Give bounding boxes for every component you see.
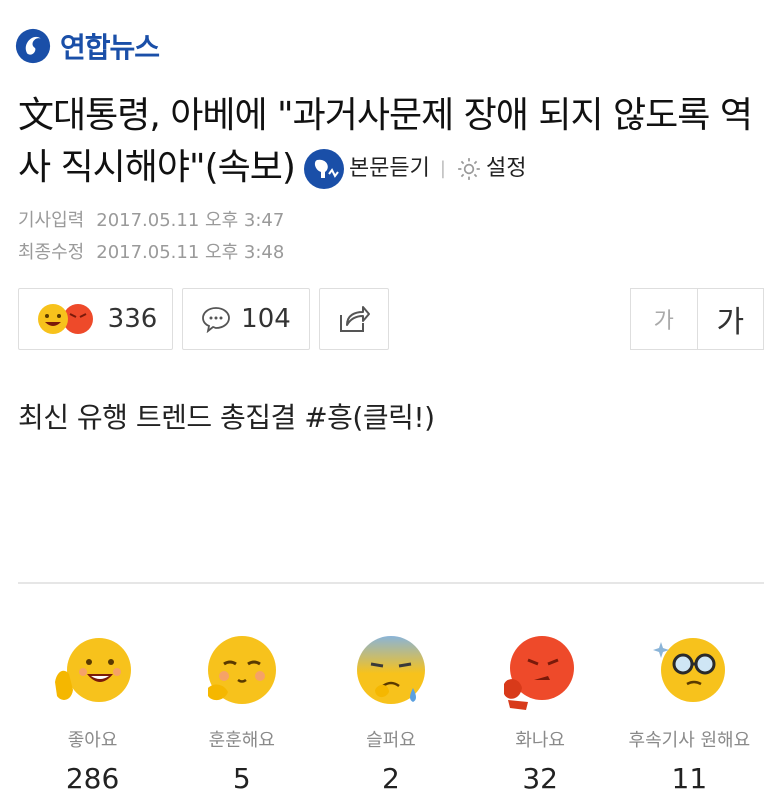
listen-button[interactable]: 본문듣기 xyxy=(303,143,430,195)
share-icon xyxy=(340,306,370,332)
brand-name: 연합뉴스 xyxy=(60,31,160,64)
article-headline: 文대통령, 아베에 "과거사문제 장애 되지 않도록 역사 직시해야"(속보) … xyxy=(18,90,768,195)
font-increase-button[interactable]: 가 xyxy=(698,289,764,349)
comment-count: 104 xyxy=(241,304,291,334)
reaction-count: 2 xyxy=(382,762,400,795)
share-button[interactable] xyxy=(319,288,389,350)
angry-emoji-icon xyxy=(504,636,575,710)
divider xyxy=(18,582,764,584)
gear-icon xyxy=(458,158,480,180)
modified-label: 최종수정 xyxy=(18,242,85,263)
reaction-like[interactable]: 좋아요 286 xyxy=(23,630,163,795)
settings-button[interactable]: 설정 xyxy=(456,143,526,195)
reaction-label: 좋아요 xyxy=(67,730,118,751)
comment-button[interactable]: 104 xyxy=(182,288,310,350)
modified-time-row: 최종수정 2017.05.11 오후 3:48 xyxy=(18,238,284,264)
reaction-label: 슬퍼요 xyxy=(366,730,416,751)
reaction-sad[interactable]: 슬퍼요 2 xyxy=(321,630,461,795)
reaction-want-more[interactable]: 후속기사 원해요 11 xyxy=(619,630,759,795)
reaction-count: 286 xyxy=(65,762,120,795)
like-emoji-icon xyxy=(54,638,131,702)
input-label: 기사입력 xyxy=(18,210,85,231)
reaction-summary-icon xyxy=(37,304,93,334)
input-time: 2017.05.11 오후 3:47 xyxy=(96,210,285,231)
yonhap-logo-icon xyxy=(15,28,51,64)
promo-link[interactable]: 최신 유행 트렌드 총집결 #흥(클릭!) xyxy=(18,396,435,436)
modified-time: 2017.05.11 오후 3:48 xyxy=(96,242,285,263)
input-time-row: 기사입력 2017.05.11 오후 3:47 xyxy=(18,206,284,232)
reaction-count: 32 xyxy=(522,762,558,795)
reaction-count: 11 xyxy=(671,762,708,795)
comment-icon xyxy=(202,307,231,333)
reaction-label: 화나요 xyxy=(515,730,565,751)
want-more-emoji-icon xyxy=(653,638,726,702)
font-size-controls: 가 가 xyxy=(630,288,764,350)
reaction-angry[interactable]: 화나요 32 xyxy=(470,630,610,795)
reaction-count: 5 xyxy=(232,762,251,795)
reaction-warm[interactable]: 훈훈해요 5 xyxy=(172,630,312,795)
font-decrease-button[interactable]: 가 xyxy=(631,289,698,349)
settings-label: 설정 xyxy=(485,156,527,181)
listen-icon xyxy=(303,149,344,189)
reaction-count: 336 xyxy=(107,304,158,334)
warm-emoji-icon xyxy=(207,636,276,704)
listen-label: 본문듣기 xyxy=(348,156,430,181)
reaction-label: 후속기사 원해요 xyxy=(628,730,751,751)
reaction-button[interactable]: 336 xyxy=(18,288,173,350)
yonhap-logo[interactable]: 연합뉴스 xyxy=(14,26,160,66)
reaction-panel: 좋아요 286 훈훈해요 5 슬퍼요 2 화나요 32 후속기사 원해요 11 xyxy=(18,630,764,795)
separator: | xyxy=(439,158,446,179)
reaction-label: 훈훈해요 xyxy=(208,730,275,751)
sad-emoji-icon xyxy=(356,636,425,704)
